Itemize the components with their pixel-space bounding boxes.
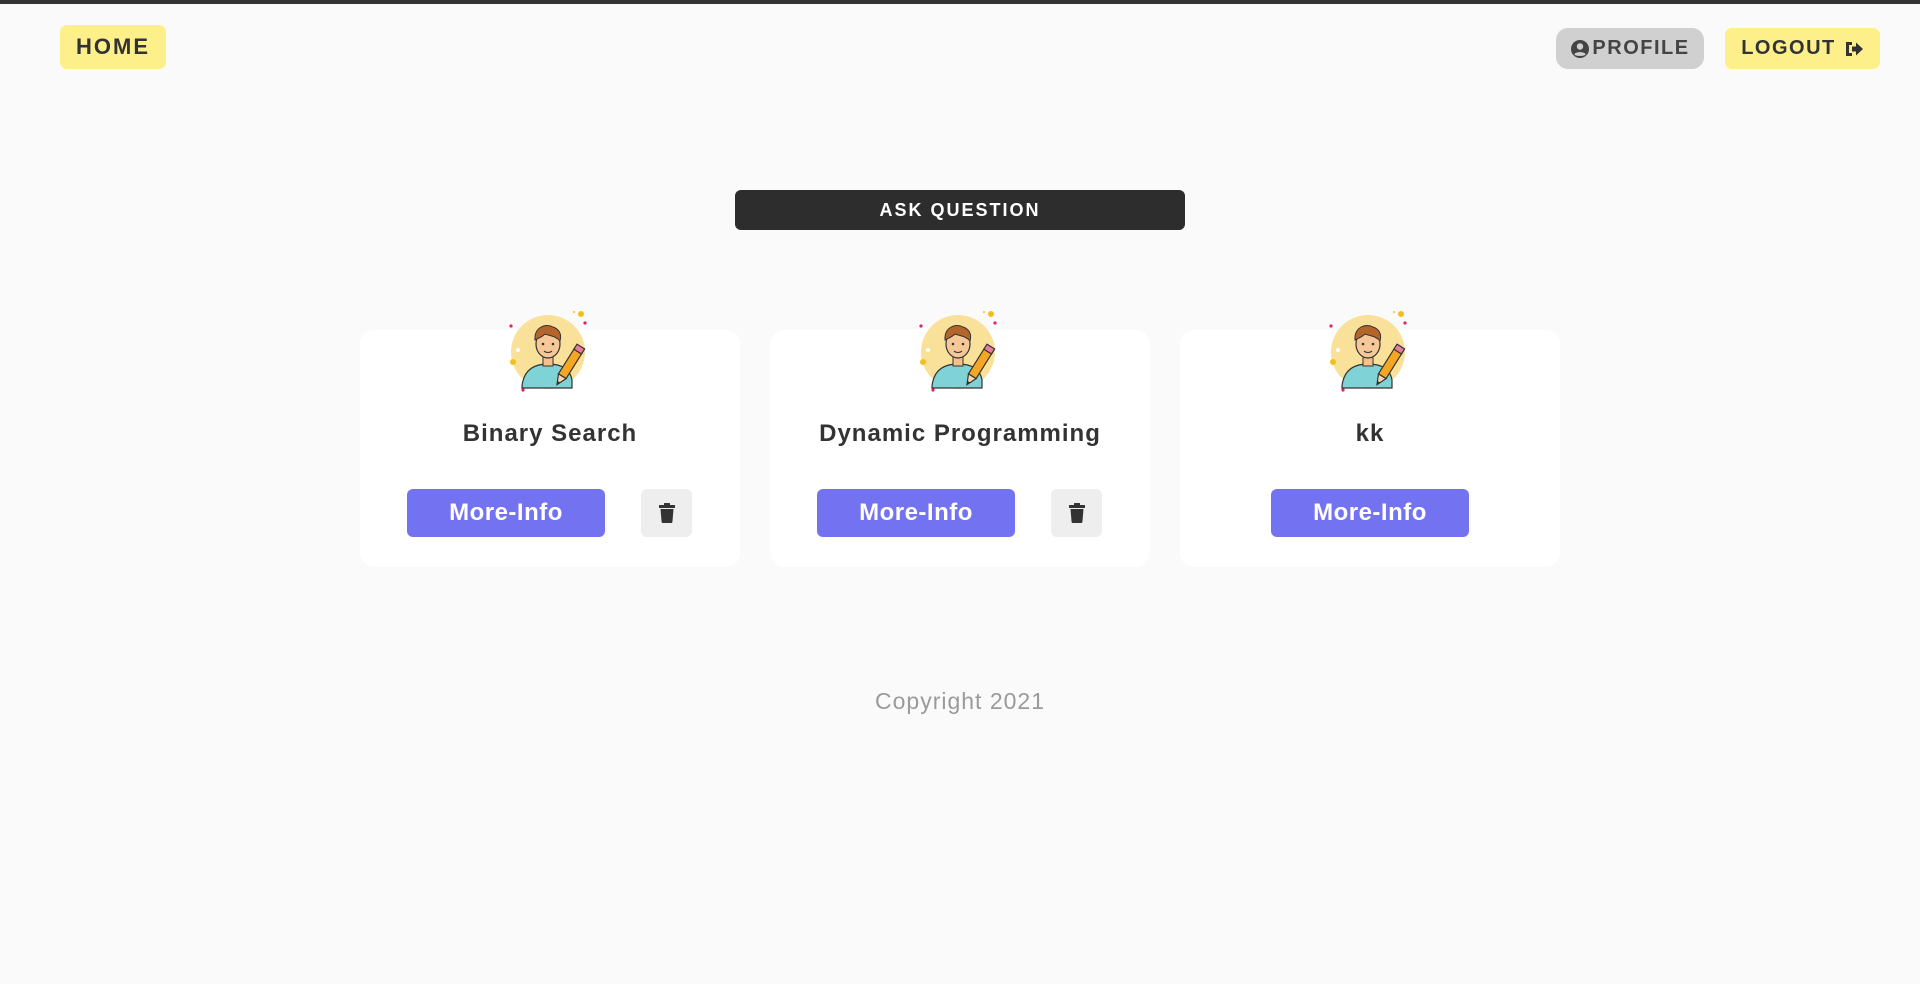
writer-avatar-icon [918, 310, 1002, 394]
more-info-button[interactable]: More-Info [407, 489, 605, 537]
more-info-button[interactable]: More-Info [1271, 489, 1469, 537]
trash-icon [658, 503, 675, 523]
delete-button[interactable] [1051, 489, 1102, 537]
home-button[interactable]: HOME [60, 25, 166, 69]
delete-button[interactable] [641, 489, 692, 537]
question-title: Binary Search [462, 420, 638, 447]
more-info-button[interactable]: More-Info [817, 489, 1015, 537]
question-card: Dynamic Programming More-Info [770, 311, 1150, 567]
home-button-label: HOME [76, 34, 150, 59]
writer-avatar-icon [1328, 310, 1412, 394]
trash-icon [1068, 503, 1085, 523]
question-card: kk More-Info [1180, 311, 1560, 567]
question-card: Binary Search More-Info [360, 311, 740, 567]
more-info-label: More-Info [449, 499, 563, 526]
top-border [0, 0, 1920, 4]
more-info-label: More-Info [1313, 499, 1427, 526]
ask-question-button[interactable]: ASK QUESTION [735, 190, 1185, 230]
ask-question-label: ASK QUESTION [879, 199, 1041, 220]
sign-out-icon [1844, 40, 1864, 58]
question-title: Dynamic Programming [819, 420, 1101, 447]
writer-avatar-icon [508, 310, 592, 394]
profile-button-label: PROFILE [1592, 37, 1690, 59]
profile-button[interactable]: PROFILE [1556, 28, 1704, 69]
logout-button-label: LOGOUT [1741, 37, 1836, 59]
more-info-label: More-Info [859, 499, 973, 526]
copyright-text: Copyright 2021 [875, 688, 1045, 714]
user-circle-icon [1570, 39, 1590, 59]
question-title: kk [1355, 420, 1385, 447]
logout-button[interactable]: LOGOUT [1725, 28, 1880, 69]
